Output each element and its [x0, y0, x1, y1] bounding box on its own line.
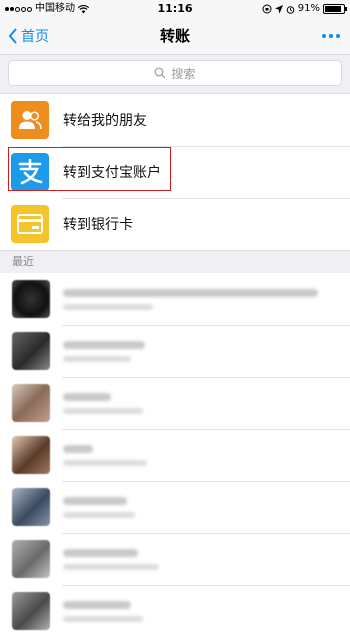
battery-fill [325, 6, 342, 12]
rotation-lock-icon [262, 4, 272, 14]
contact-text [63, 444, 147, 466]
transfer-to-friends-option[interactable]: 转给我的朋友 [0, 94, 350, 146]
contact-item[interactable] [0, 377, 350, 429]
contact-item[interactable] [0, 585, 350, 637]
contact-account-blurred [63, 459, 147, 466]
navigation-bar: 首页 转账 [0, 18, 350, 55]
recent-contacts-list [0, 273, 350, 637]
more-dot-icon [322, 34, 326, 38]
avatar [12, 488, 50, 526]
contact-account-blurred [63, 355, 131, 362]
more-dot-icon [336, 34, 340, 38]
status-right: 91% [262, 0, 347, 18]
alarm-icon [286, 5, 295, 14]
search-input[interactable]: 搜索 [8, 60, 342, 86]
avatar [12, 332, 50, 370]
contact-name-blurred [63, 444, 93, 453]
contact-name-blurred [63, 600, 131, 609]
contact-account-blurred [63, 303, 153, 310]
transfer-to-bank-card-option[interactable]: 转到银行卡 [0, 198, 350, 250]
contact-account-blurred [63, 407, 143, 414]
location-icon [274, 4, 283, 13]
avatar [12, 592, 50, 630]
contact-text [63, 392, 143, 414]
contact-text [63, 548, 159, 570]
option-label: 转给我的朋友 [63, 113, 147, 129]
contact-name-blurred [63, 288, 318, 297]
recent-section-header: 最近 [0, 251, 350, 273]
more-dot-icon [329, 34, 333, 38]
contact-name-blurred [63, 548, 138, 557]
contact-text [63, 600, 143, 622]
contact-item[interactable] [0, 273, 350, 325]
search-area: 搜索 [0, 55, 350, 93]
transfer-options: 转给我的朋友 转到支付宝账户 转到银行卡 [0, 93, 350, 251]
bank-card-icon [11, 205, 49, 243]
contact-item[interactable] [0, 325, 350, 377]
contact-item[interactable] [0, 481, 350, 533]
option-label: 转到银行卡 [63, 217, 133, 233]
contact-account-blurred [63, 563, 159, 570]
contact-name-blurred [63, 340, 145, 349]
friends-icon [11, 101, 49, 139]
avatar [12, 436, 50, 474]
contact-name-blurred [63, 392, 111, 401]
contact-account-blurred [63, 511, 135, 518]
search-placeholder: 搜索 [171, 66, 196, 81]
status-bar: 中国移动 11:16 91% [0, 0, 350, 18]
more-options-button[interactable] [322, 18, 340, 54]
battery-icon [323, 4, 347, 14]
avatar [12, 384, 50, 422]
contact-text [63, 288, 318, 310]
avatar [12, 540, 50, 578]
battery-percent: 91% [297, 3, 320, 14]
contact-text [63, 496, 135, 518]
contact-name-blurred [63, 496, 127, 505]
contact-item[interactable] [0, 533, 350, 585]
contact-item[interactable] [0, 429, 350, 481]
avatar [12, 280, 50, 318]
highlight-frame [8, 147, 171, 191]
page-title: 转账 [159, 27, 190, 45]
contact-text [63, 340, 145, 362]
transfer-to-alipay-account-option[interactable]: 转到支付宝账户 [0, 146, 350, 198]
search-icon [155, 67, 166, 79]
